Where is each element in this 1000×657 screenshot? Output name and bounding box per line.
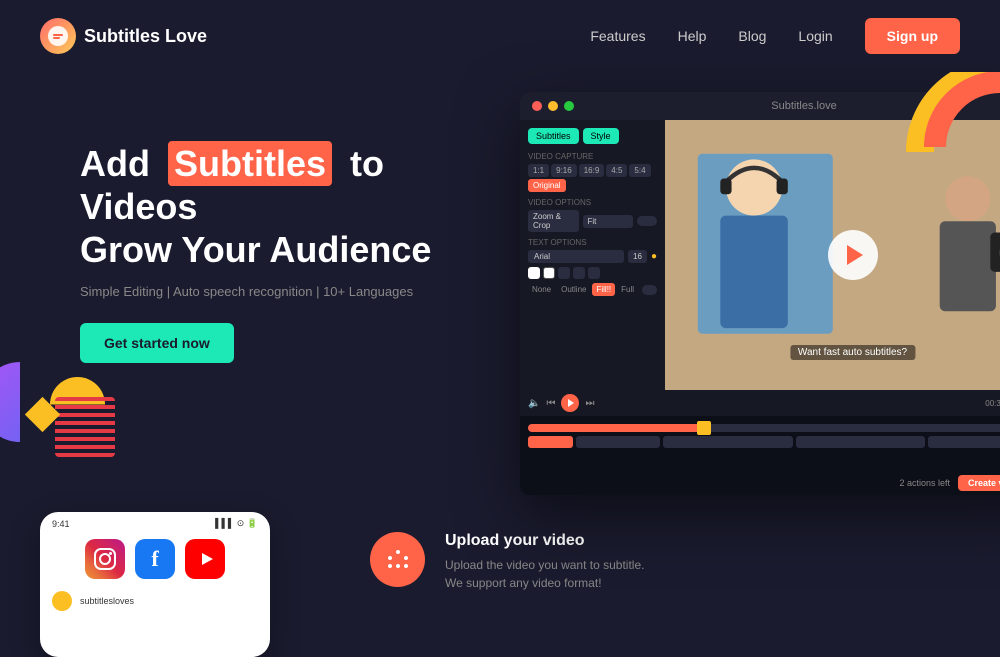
signup-button[interactable]: Sign up — [865, 18, 960, 54]
play-sm-icon — [568, 399, 574, 407]
nav-links: Features Help Blog Login Sign up — [590, 18, 960, 54]
fit-toggle[interactable] — [637, 216, 657, 226]
video-options-label: Video Options — [528, 198, 657, 207]
time-display: 00:33 / 05:37 — [985, 399, 1000, 408]
aspect-4-5[interactable]: 4:5 — [606, 164, 627, 177]
logo[interactable]: Subtitles Love — [40, 18, 207, 54]
hero-subtext: Simple Editing | Auto speech recognition… — [80, 284, 500, 299]
aspect-1-1[interactable]: 1:1 — [528, 164, 549, 177]
get-started-button[interactable]: Get started now — [80, 323, 234, 363]
deco-top-right — [880, 72, 1000, 172]
phone-mockup: 9:41 ▌▌▌ ⊙ 🔋 f subtitlesloves — [40, 512, 270, 657]
transport-play-button[interactable] — [561, 394, 579, 412]
segment-4[interactable] — [796, 436, 925, 448]
timeline-segments — [528, 436, 1000, 448]
text-align-justify[interactable] — [588, 267, 600, 279]
aspect-ratio-row: 1:1 9:16 16:9 4:5 5:4 Original — [528, 164, 657, 192]
phone-signal-icons: ▌▌▌ ⊙ 🔋 — [215, 518, 258, 529]
phone-time: 9:41 — [52, 519, 70, 529]
window-maximize-dot[interactable] — [564, 101, 574, 111]
heading-line2: Grow Your Audience — [80, 229, 431, 270]
outline-outline[interactable]: Outline — [557, 283, 590, 296]
phone-user-row: subtitlesloves — [40, 587, 270, 615]
facebook-icon[interactable]: f — [135, 539, 175, 579]
tab-row: Subtitles Style — [528, 128, 657, 144]
upload-section: Upload your video Upload the video you w… — [370, 532, 644, 592]
segment-1[interactable] — [528, 436, 573, 448]
aspect-16-9[interactable]: 16:9 — [579, 164, 605, 177]
zoom-crop-row: Zoom & Crop Fit — [528, 210, 657, 232]
segment-3[interactable] — [663, 436, 792, 448]
instagram-icon[interactable] — [85, 539, 125, 579]
bottom-bar: 2 actions left Create video — [520, 471, 1000, 495]
outline-full[interactable]: Full — [617, 283, 638, 296]
skip-forward-icon[interactable]: ⏭ — [585, 398, 594, 409]
create-video-button[interactable]: Create video — [958, 475, 1000, 491]
phone-app-icons: f — [40, 531, 270, 587]
transport-bar: 🔈 ⏮ ⏭ 00:33 / 05:37 — [520, 390, 1000, 416]
upload-line1: Upload the video you want to subtitle. — [445, 556, 644, 574]
font-select[interactable]: Arial — [528, 250, 624, 263]
youtube-icon[interactable] — [185, 539, 225, 579]
tab-subtitles[interactable]: Subtitles — [528, 128, 579, 144]
window-close-dot[interactable] — [532, 101, 542, 111]
heading-prefix: Add — [80, 143, 150, 184]
phone-status-bar: 9:41 ▌▌▌ ⊙ 🔋 — [40, 512, 270, 531]
fit-input[interactable]: Fit — [583, 215, 634, 228]
segment-2[interactable] — [576, 436, 660, 448]
timeline-progress — [528, 424, 704, 432]
timeline-track[interactable] — [528, 424, 1000, 432]
outline-fill[interactable]: Fill!! — [592, 283, 615, 296]
play-button[interactable] — [828, 230, 878, 280]
username: subtitlesloves — [80, 596, 134, 606]
zoom-crop-input[interactable]: Zoom & Crop — [528, 210, 579, 232]
upload-title: Upload your video — [445, 532, 644, 550]
heading-highlight: Subtitles — [168, 141, 332, 186]
nav-login[interactable]: Login — [798, 28, 832, 44]
actions-left-text: 2 actions left — [899, 478, 950, 488]
hero-section: Add Subtitles to Videos Grow Your Audien… — [0, 72, 1000, 492]
upload-text: Upload your video Upload the video you w… — [445, 532, 644, 592]
text-align-center[interactable] — [558, 267, 570, 279]
tab-style[interactable]: Style — [583, 128, 619, 144]
text-align-right[interactable] — [573, 267, 585, 279]
window-minimize-dot[interactable] — [548, 101, 558, 111]
outline-none[interactable]: None — [528, 283, 555, 296]
play-icon — [847, 245, 863, 265]
hero-heading: Add Subtitles to Videos Grow Your Audien… — [80, 142, 500, 272]
color-picker-icon[interactable]: ● — [651, 251, 657, 262]
outline-toggle[interactable] — [642, 285, 657, 295]
nav-features[interactable]: Features — [590, 28, 645, 44]
timeline-thumb[interactable] — [697, 421, 711, 435]
font-row: Arial 16 ● — [528, 250, 657, 263]
color-row — [528, 267, 657, 279]
volume-icon[interactable]: 🔈 — [528, 398, 540, 409]
text-align-left[interactable] — [543, 267, 555, 279]
subtitle-overlay: Want fast auto subtitles? — [790, 345, 915, 360]
upload-line2: We support any video format! — [445, 574, 644, 592]
outline-row: None Outline Fill!! Full — [528, 283, 657, 296]
upload-icon — [370, 532, 425, 587]
font-size[interactable]: 16 — [628, 250, 647, 263]
aspect-original[interactable]: Original — [528, 179, 566, 192]
brand-name: Subtitles Love — [84, 26, 207, 47]
text-options-label: Text Options — [528, 238, 657, 247]
timeline — [520, 416, 1000, 471]
user-avatar — [52, 591, 72, 611]
color-white[interactable] — [528, 267, 540, 279]
app-sidebar: Subtitles Style Video capture 1:1 9:16 1… — [520, 120, 665, 390]
hero-content: Add Subtitles to Videos Grow Your Audien… — [80, 92, 500, 492]
segment-5[interactable] — [928, 436, 1000, 448]
nav-blog[interactable]: Blog — [738, 28, 766, 44]
nav-help[interactable]: Help — [678, 28, 707, 44]
logo-icon — [40, 18, 76, 54]
aspect-9-16[interactable]: 9:16 — [551, 164, 577, 177]
bottom-section: 9:41 ▌▌▌ ⊙ 🔋 f subtitlesloves — [0, 492, 1000, 657]
navbar: Subtitles Love Features Help Blog Login … — [0, 0, 1000, 72]
aspect-5-4[interactable]: 5:4 — [629, 164, 650, 177]
video-capture-label: Video capture — [528, 152, 657, 161]
skip-back-icon[interactable]: ⏮ — [546, 398, 555, 409]
